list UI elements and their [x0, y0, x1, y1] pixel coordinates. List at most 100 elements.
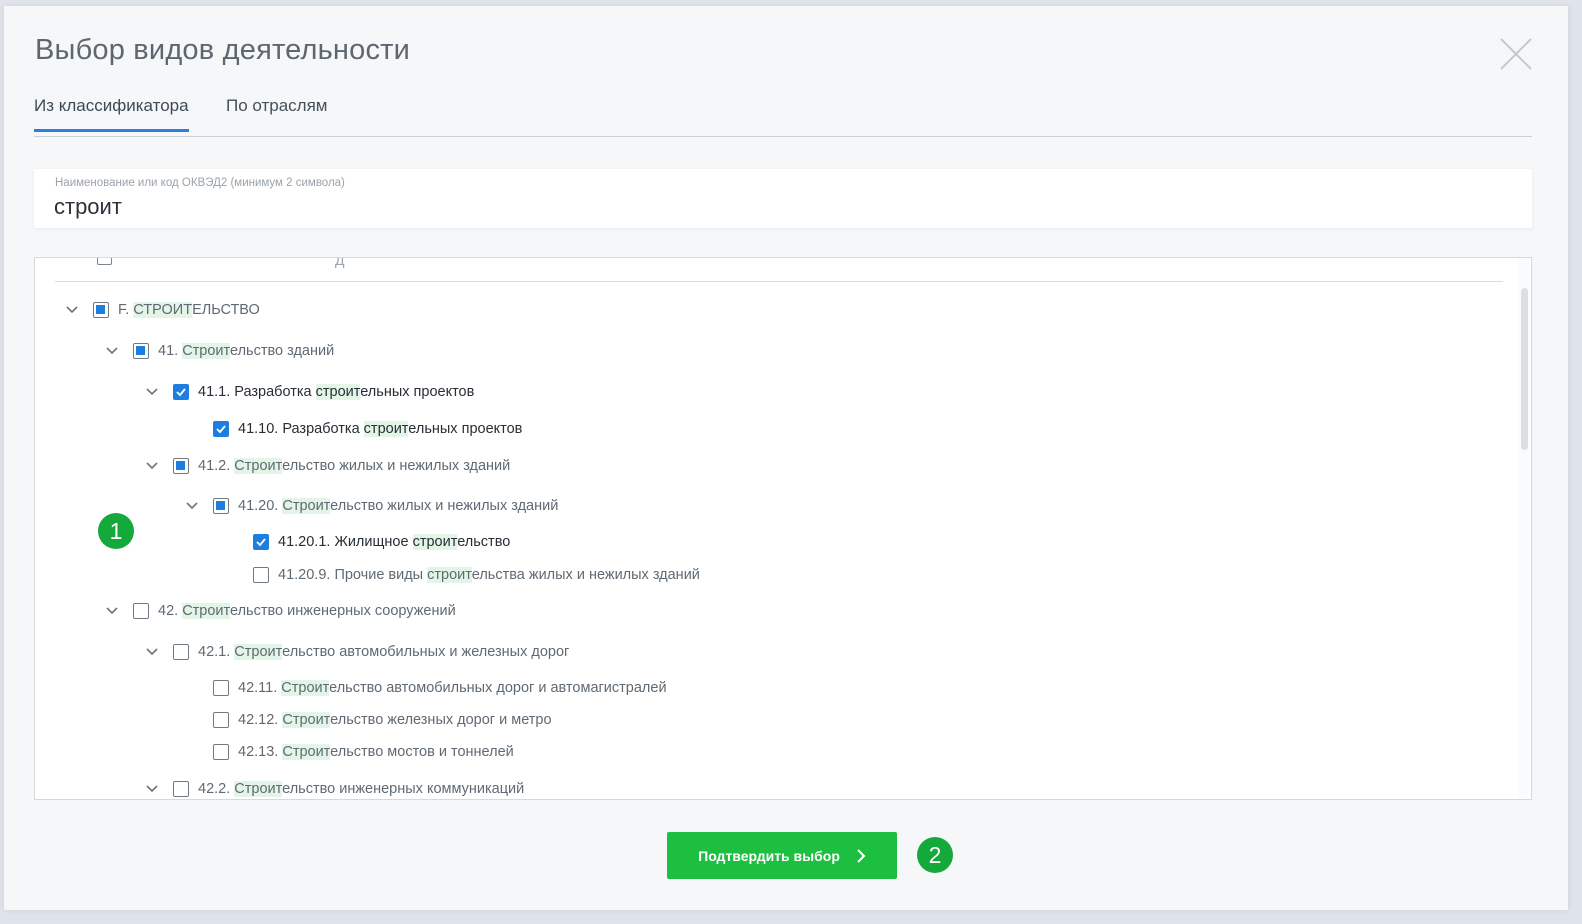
search-box: Наименование или код ОКВЭД2 (минимум 2 с… — [34, 169, 1532, 228]
tree-item-text: ельство инженерных коммуникаций — [282, 781, 525, 797]
tree-item-text: ЕЛЬСТВО — [192, 302, 260, 318]
search-match-highlight: Строит — [234, 781, 283, 797]
search-match-highlight: СТРОИТ — [133, 302, 193, 318]
chevron-down-icon[interactable] — [145, 782, 159, 796]
tree-item-code: 42.13. — [238, 744, 283, 760]
tree-item-code: 41.10. — [238, 421, 283, 437]
tree-item-text: Разработка — [282, 421, 364, 437]
tree-item-text: ельных проектов — [360, 384, 475, 400]
tabs-bar: Из классификатора По отраслям — [34, 92, 1532, 137]
tree-checkbox[interactable] — [213, 680, 229, 696]
tree-checkbox[interactable] — [93, 302, 109, 318]
confirm-button-label: Подтвердить выбор — [698, 847, 840, 864]
tree-checkbox[interactable] — [213, 744, 229, 760]
tree-checkbox[interactable] — [133, 603, 149, 619]
search-match-highlight: Строит — [282, 744, 331, 760]
tree-item-code: 42. — [158, 603, 183, 619]
chevron-down-icon[interactable] — [105, 604, 119, 618]
search-match-highlight: строит — [412, 534, 458, 550]
search-match-highlight: строит — [427, 567, 472, 583]
tree-item-code: 42.2. — [198, 781, 235, 797]
search-match-highlight: Строит — [234, 458, 283, 474]
tree-checkbox[interactable] — [173, 781, 189, 797]
tree-item-code: F. — [118, 302, 134, 318]
tree-checkbox[interactable] — [213, 712, 229, 728]
tree-item-label: 42.2. Строительство инженерных коммуника… — [198, 781, 524, 797]
activity-selection-dialog: Выбор видов деятельности Из классификато… — [4, 6, 1568, 910]
partial-row-checkbox[interactable] — [97, 258, 112, 265]
tree-row: 42.1. Строительство автомобильных и желе… — [35, 640, 1505, 664]
tree-item-label: 41.1. Разработка строительных проектов — [198, 384, 474, 400]
tree-row: 41.10. Разработка строительных проектов — [35, 417, 1505, 441]
tree-item-text: ельство зданий — [230, 343, 335, 359]
search-match-highlight: Строит — [282, 712, 331, 728]
chevron-down-icon[interactable] — [185, 499, 199, 513]
chevron-right-icon — [857, 848, 866, 863]
tree-checkbox[interactable] — [213, 498, 229, 514]
partial-row-label: Д — [335, 257, 345, 268]
tree-item-text: Разработка — [234, 384, 316, 400]
tree-item-label: 41.2. Строительство жилых и нежилых здан… — [198, 458, 510, 474]
tree-checkbox[interactable] — [173, 384, 189, 400]
tree-item-text: ельство жилых и нежилых зданий — [282, 458, 511, 474]
tree-item-text: ельства жилых и нежилых зданий — [471, 567, 700, 583]
chevron-down-icon[interactable] — [145, 459, 159, 473]
tree-item-text: ельство — [457, 534, 511, 550]
tree-row: 41.2. Строительство жилых и нежилых здан… — [35, 454, 1505, 478]
tree-item-code: 41.20.1. — [278, 534, 335, 550]
tree-item-code: 41.20.9. — [278, 567, 335, 583]
tree-item-label: 41.10. Разработка строительных проектов — [238, 421, 522, 437]
close-button[interactable] — [1498, 36, 1534, 72]
tree-row: 42.11. Строительство автомобильных дорог… — [35, 676, 1505, 700]
tree-row: 42. Строительство инженерных сооружений — [35, 599, 1505, 623]
tree-row: 41. Строительство зданий — [35, 339, 1505, 363]
scrollbar-thumb[interactable] — [1521, 288, 1528, 450]
tree-item-text: ельство автомобильных и железных дорог — [282, 644, 570, 660]
tree-item-code: 42.1. — [198, 644, 235, 660]
chevron-down-icon[interactable] — [145, 645, 159, 659]
tree-item-text: ельство мостов и тоннелей — [330, 744, 514, 760]
tree-row: 42.13. Строительство мостов и тоннелей — [35, 740, 1505, 764]
confirm-selection-button[interactable]: Подтвердить выбор — [667, 832, 897, 879]
tree-item-label: 42. Строительство инженерных сооружений — [158, 603, 456, 619]
tree-item-text: Прочие виды — [334, 567, 428, 583]
chevron-down-icon[interactable] — [65, 303, 79, 317]
search-match-highlight: строит — [315, 384, 361, 400]
chevron-down-icon[interactable] — [145, 385, 159, 399]
tree-checkbox[interactable] — [133, 343, 149, 359]
tree-item-code: 41. — [158, 343, 183, 359]
tree-checkbox[interactable] — [173, 458, 189, 474]
tree-item-label: 41.20. Строительство жилых и нежилых зда… — [238, 498, 558, 514]
tree-row: 41.20.1. Жилищное строительство — [35, 530, 1505, 554]
search-match-highlight: строит — [363, 421, 409, 437]
tree-item-label: 42.13. Строительство мостов и тоннелей — [238, 744, 514, 760]
dialog-title: Выбор видов деятельности — [35, 34, 411, 66]
tree-item-label: 42.12. Строительство железных дорог и ме… — [238, 712, 552, 728]
search-match-highlight: Строит — [182, 603, 231, 619]
tree-item-code: 42.11. — [238, 680, 282, 696]
tree-item-code: 41.20. — [238, 498, 283, 514]
tree-item-code: 42.12. — [238, 712, 283, 728]
okved-tree: Д F. СТРОИТЕЛЬСТВО 41. Строительство здан… — [34, 257, 1532, 800]
tree-row: F. СТРОИТЕЛЬСТВО — [35, 298, 1505, 322]
tree-item-label: 41.20.9. Прочие виды строительства жилых… — [278, 567, 700, 583]
tree-row: 42.2. Строительство инженерных коммуника… — [35, 777, 1505, 799]
tree-item-text: ельство железных дорог и метро — [330, 712, 552, 728]
search-match-highlight: Строит — [281, 680, 330, 696]
chevron-down-icon[interactable] — [105, 344, 119, 358]
tree-row: 41.20.9. Прочие виды строительства жилых… — [35, 563, 1505, 587]
tree-item-label: 41. Строительство зданий — [158, 343, 334, 359]
tree-item-label: 42.11. Строительство автомобильных дорог… — [238, 680, 667, 696]
tree-checkbox[interactable] — [253, 567, 269, 583]
search-input[interactable] — [54, 193, 1494, 221]
close-icon — [1500, 38, 1532, 70]
tab-industries[interactable]: По отраслям — [226, 96, 328, 129]
tree-checkbox[interactable] — [213, 421, 229, 437]
tree-row: 41.20. Строительство жилых и нежилых зда… — [35, 494, 1505, 518]
tree-checkbox[interactable] — [173, 644, 189, 660]
tree-checkbox[interactable] — [253, 534, 269, 550]
tree-item-text: Жилищное — [334, 534, 413, 550]
search-match-highlight: Строит — [182, 343, 231, 359]
tree-item-label: 42.1. Строительство автомобильных и желе… — [198, 644, 569, 660]
tab-classifier[interactable]: Из классификатора — [34, 96, 189, 132]
